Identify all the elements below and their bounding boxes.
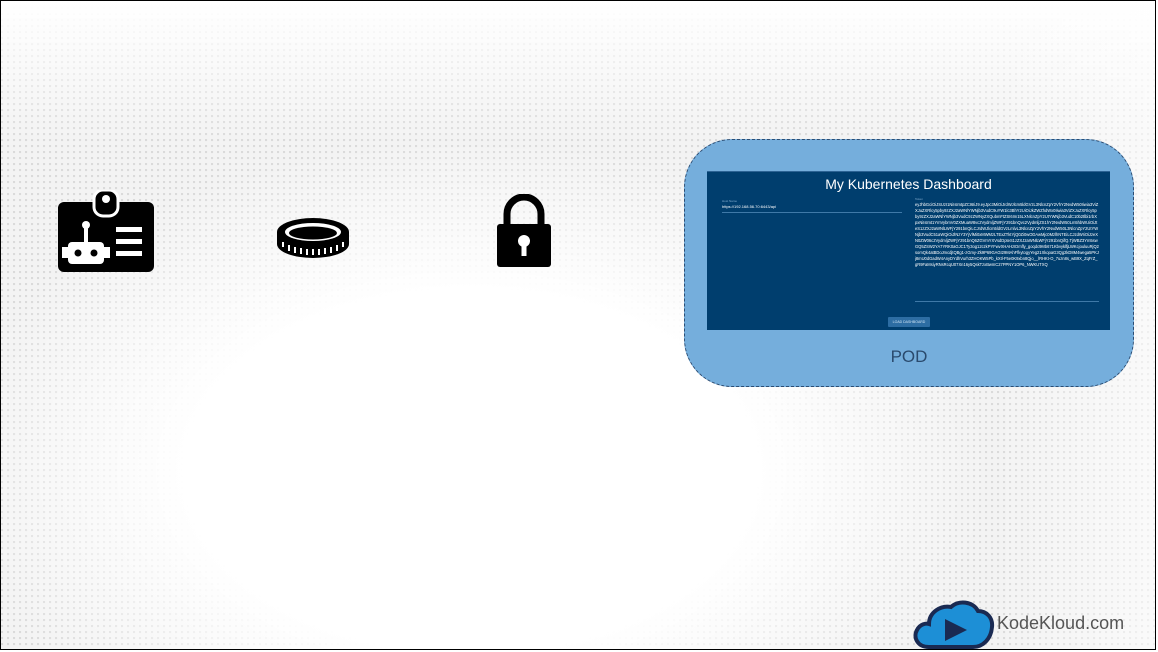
host-name-label: Host Name [722,199,738,203]
pod-container: My Kubernetes Dashboard Host Name https:… [684,139,1134,387]
host-url-underline [722,212,902,213]
token-underline [915,301,1099,302]
id-badge-robot-icon [58,190,154,272]
kodekloud-cloud-play-icon [913,600,995,649]
background-fade-top [1,1,1155,141]
brand-name: KodeKloud.com [997,613,1125,633]
coin-icon [277,218,349,258]
pod-label: POD [890,347,928,366]
token-field[interactable]: eyJhbGciOiJSUzI1NiIsImtpZCI6IiJ9.eyJpc3M… [915,202,1099,268]
token-label: Token [915,197,924,201]
slide: My Kubernetes Dashboard Host Name https:… [0,0,1156,650]
padlock-icon [497,194,551,267]
kubernetes-dashboard-screenshot: My Kubernetes Dashboard Host Name https:… [707,171,1110,330]
dashboard-title: My Kubernetes Dashboard [825,176,992,192]
host-url-field[interactable]: https://192.168.56.70:6443/api [722,204,776,209]
load-dashboard-button[interactable]: LOAD DASHBOARD [888,317,930,327]
